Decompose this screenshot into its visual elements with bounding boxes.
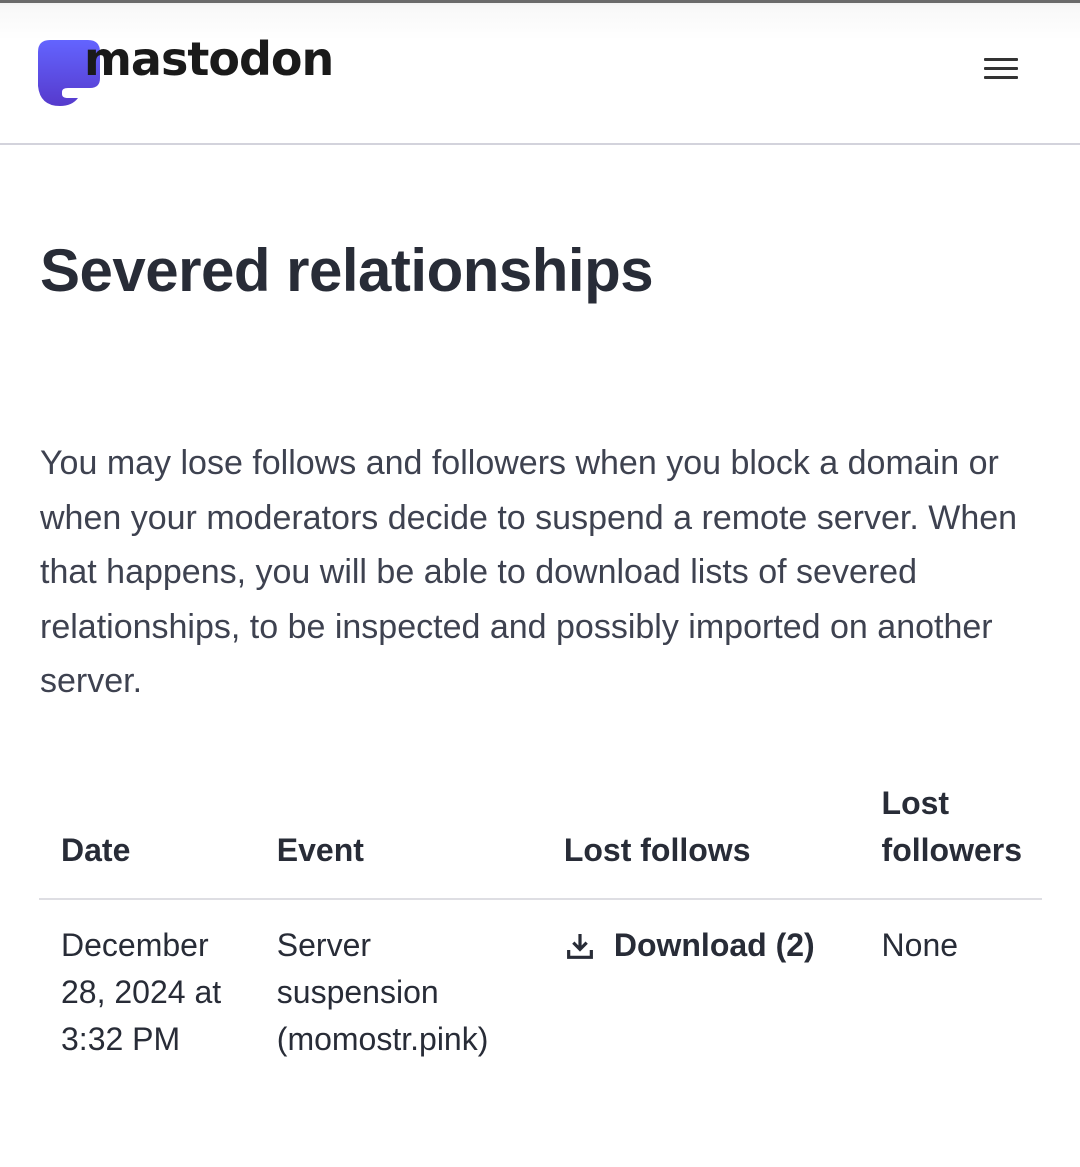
lost-followers-cell: None (881, 927, 959, 963)
download-lost-follows-link[interactable]: Download (2) (564, 922, 815, 969)
column-header-date: Date (39, 780, 255, 900)
lost-follows-cell: Download (2) (542, 899, 860, 1063)
event-cell: Server suspension (momostr.pink) (276, 927, 489, 1057)
brand-wordmark: mastodon (84, 32, 334, 86)
download-label: Download (2) (613, 927, 815, 963)
mastodon-logo[interactable]: mastodon (38, 32, 334, 108)
table-header-row: Date Event Lost follows Lost followers (39, 780, 1042, 900)
hamburger-menu-icon (984, 58, 1018, 61)
severed-relationships-table: Date Event Lost follows Lost followers D… (39, 780, 1042, 1063)
date-cell: December 28, 2024 at 3:32 PM (61, 927, 222, 1057)
column-header-event: Event (254, 780, 542, 900)
top-bar: mastodon (0, 0, 1080, 145)
column-header-lost-followers: Lost followers (859, 780, 1042, 900)
page-title: Severed relationships (40, 237, 654, 304)
table-row: December 28, 2024 at 3:32 PM Server susp… (39, 899, 1042, 1063)
hamburger-menu-button[interactable] (984, 58, 1018, 82)
download-icon (566, 933, 593, 959)
intro-text: You may lose follows and followers when … (40, 444, 1018, 700)
column-header-lost-follows: Lost follows (541, 780, 860, 900)
